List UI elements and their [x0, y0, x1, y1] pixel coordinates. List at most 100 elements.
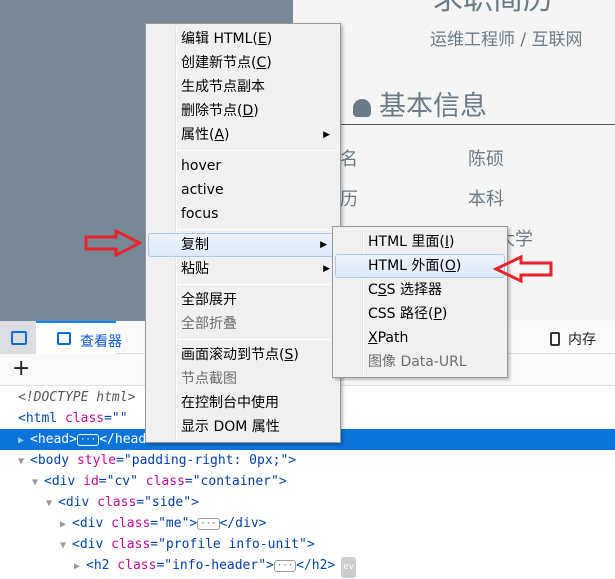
tag: <head> — [30, 432, 77, 447]
attr-name: class — [137, 474, 185, 489]
attr-value: ="container" — [184, 474, 279, 489]
user-icon — [353, 99, 371, 117]
inspector-icon — [57, 332, 71, 345]
tag: > — [191, 495, 199, 510]
attr-name: style — [69, 453, 117, 468]
tree-node[interactable]: ▶ <h2 class="info-header"> ··· </h2> ev — [0, 555, 615, 578]
submenu-arrow-icon: ▶ — [323, 264, 330, 274]
element-picker-button[interactable] — [0, 321, 36, 354]
tag: > — [266, 558, 274, 573]
collapse-icon[interactable]: ▼ — [18, 451, 30, 472]
tree-node[interactable]: ▼ <div class="profile info-unit"> — [0, 534, 615, 555]
attr-value: ="side" — [136, 495, 192, 510]
menu-separator — [177, 150, 338, 151]
expand-icon[interactable]: ▶ — [74, 556, 86, 577]
attr-name: id — [75, 474, 99, 489]
submenu-arrow-icon: ▶ — [320, 240, 327, 250]
tag: </div> — [219, 516, 267, 531]
tab-memory[interactable]: 内存 — [550, 329, 596, 349]
menu-item-use-in-console[interactable]: 在控制台中使用 — [146, 391, 340, 415]
tree-node[interactable]: ▼ <body style="padding-right: 0px;"> — [0, 450, 615, 471]
section-title: 基本信息 — [379, 91, 487, 122]
menu-item-attributes[interactable]: 属性(A) ▶ — [146, 123, 340, 147]
menu-separator — [177, 284, 338, 285]
tag: </h2> — [296, 558, 336, 573]
attr-name: class — [109, 558, 157, 573]
tag: <div — [58, 495, 90, 510]
menu-item-show-dom-properties[interactable]: 显示 DOM 属性 — [146, 415, 340, 439]
red-arrow-right-icon — [84, 229, 142, 257]
attr-value: ="me" — [150, 516, 190, 531]
page-subtitle: 运维工程师 / 互联网 — [430, 30, 583, 50]
menu-item-hover[interactable]: hover — [146, 154, 340, 178]
menu-item-paste[interactable]: 粘贴 ▶ — [146, 257, 340, 281]
tag: > — [278, 474, 287, 489]
section-header: 基本信息 — [353, 84, 487, 123]
menu-item-css-selector[interactable]: CSS 选择器 — [333, 278, 507, 302]
submenu-arrow-icon: ▶ — [323, 130, 330, 140]
menu-item-outer-html[interactable]: HTML 外面(O) — [335, 254, 505, 278]
tree-node[interactable]: ▼ <div id="cv" class="container"> — [0, 471, 615, 492]
tag: <div — [72, 516, 104, 531]
tag: <div — [44, 474, 76, 489]
attr-name: class — [103, 537, 151, 552]
ellipsis-icon[interactable]: ··· — [76, 434, 100, 446]
menu-separator — [177, 339, 338, 340]
page-title: 求职简历 — [433, 0, 553, 18]
menu-item-scroll-into-view[interactable]: 画面滚动到节点(S) — [146, 343, 340, 367]
plus-icon[interactable]: + — [12, 356, 30, 381]
tree-node[interactable]: ▶ <div class="me"> ··· </div> — [0, 513, 615, 534]
menu-item-collapse-all: 全部折叠 — [181, 316, 237, 332]
tag: > — [306, 537, 315, 552]
tag: > — [288, 453, 297, 468]
menu-item-focus[interactable]: focus — [146, 202, 340, 226]
menu-item-duplicate-node[interactable]: 生成节点副本 — [146, 75, 340, 99]
menu-separator — [177, 229, 338, 230]
expand-icon[interactable]: ▶ — [18, 430, 30, 451]
menu-item-xpath[interactable]: XPath — [333, 326, 507, 350]
tab-label: 查看器 — [80, 334, 122, 350]
copy-submenu: HTML 里面(I) HTML 外面(O) CSS 选择器 CSS 路径(P) … — [332, 226, 508, 378]
tag: <h2 — [86, 558, 110, 573]
attr-value: ="" — [104, 411, 128, 426]
menu-item-css-path[interactable]: CSS 路径(P) — [333, 302, 507, 326]
attr-name: class — [57, 411, 105, 426]
tag: <html — [18, 411, 58, 426]
tag: <div — [72, 537, 104, 552]
menu-item-delete-node[interactable]: 删除节点(D) — [146, 99, 340, 123]
menu-item-image-data-url: 图像 Data-URL — [368, 354, 467, 370]
attr-value: ="padding-right: 0px;" — [116, 453, 289, 468]
expand-icon[interactable]: ▶ — [60, 514, 72, 535]
tag: <body — [30, 453, 70, 468]
menu-item-expand-all[interactable]: 全部展开 — [146, 288, 340, 312]
attr-name: class — [89, 495, 137, 510]
attr-value: ="profile info-unit" — [150, 537, 307, 552]
attr-value: ="cv" — [98, 474, 138, 489]
row-value: 陈硕 — [468, 149, 504, 170]
collapse-icon[interactable]: ▼ — [32, 472, 44, 493]
attr-value: ="info-header" — [156, 558, 267, 573]
row-value: 本科 — [468, 189, 504, 210]
tag: > — [189, 516, 198, 531]
attr-name: class — [103, 516, 151, 531]
collapse-icon[interactable]: ▼ — [46, 493, 58, 514]
menu-item-copy[interactable]: 复制 ▶ — [148, 233, 338, 257]
element-picker-icon — [11, 331, 27, 345]
memory-icon — [550, 332, 560, 346]
menu-item-inner-html[interactable]: HTML 里面(I) — [333, 230, 507, 254]
collapse-icon[interactable]: ▼ — [60, 535, 72, 556]
divider — [340, 124, 615, 125]
ellipsis-icon[interactable]: ··· — [197, 518, 220, 530]
event-badge[interactable]: ev — [341, 557, 357, 578]
tab-label: 内存 — [568, 332, 596, 348]
red-arrow-left-icon — [493, 255, 553, 283]
menu-item-screenshot-node: 节点截图 — [181, 371, 237, 387]
doctype: <!DOCTYPE html> — [18, 390, 136, 405]
menu-item-edit-html[interactable]: 编辑 HTML(E) — [146, 27, 340, 51]
menu-item-active[interactable]: active — [146, 178, 340, 202]
ellipsis-icon[interactable]: ··· — [273, 560, 297, 572]
context-menu: 编辑 HTML(E) 创建新节点(C) 生成节点副本 删除节点(D) 属性(A)… — [145, 23, 341, 443]
tree-node[interactable]: ▼ <div class="side"> — [0, 492, 615, 513]
menu-item-create-node[interactable]: 创建新节点(C) — [146, 51, 340, 75]
tab-inspector[interactable]: 查看器 — [36, 321, 122, 354]
